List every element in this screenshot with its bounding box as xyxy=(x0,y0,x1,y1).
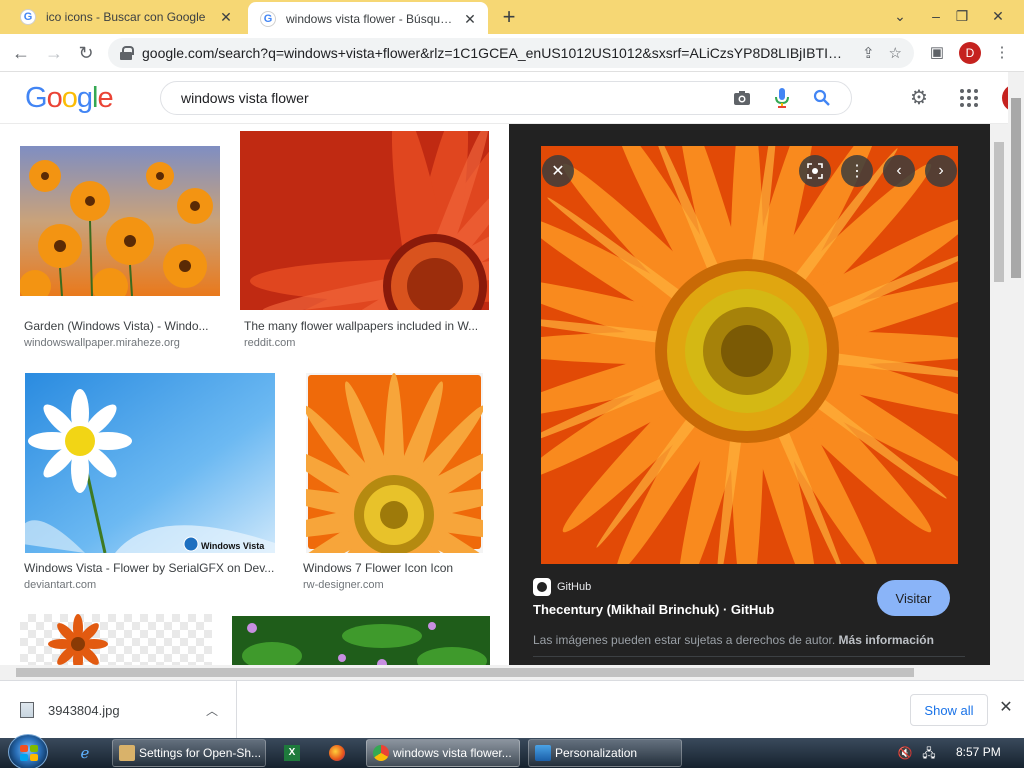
search-input[interactable]: windows vista flower xyxy=(181,90,713,106)
image-result-card[interactable] xyxy=(20,614,212,665)
close-shelf-icon[interactable]: ✕ xyxy=(996,698,1016,718)
download-item[interactable]: 3943804.jpg ︿ xyxy=(0,681,237,739)
preview-title[interactable]: Thecentury (Mikhail Brinchuk) · GitHub xyxy=(533,602,774,617)
reload-icon[interactable]: ↻ xyxy=(73,41,99,65)
share-icon[interactable]: ⇪ xyxy=(862,44,875,62)
result-domain[interactable]: deviantart.com xyxy=(24,579,96,591)
preview-image[interactable] xyxy=(541,146,958,564)
windows-logo-icon xyxy=(20,745,38,761)
image-result-card[interactable]: The many flower wallpapers included in W… xyxy=(240,131,490,351)
bookmark-star-icon[interactable]: ☆ xyxy=(889,44,902,62)
camera-icon[interactable] xyxy=(731,87,753,109)
tab-title: ico icons - Buscar con Google xyxy=(46,10,206,24)
search-box[interactable]: windows vista flower xyxy=(160,81,852,115)
taskbar-item-chrome[interactable]: windows vista flower... xyxy=(366,739,520,767)
page-scrollbar[interactable] xyxy=(1008,72,1024,665)
profile-avatar[interactable]: D xyxy=(959,42,981,64)
result-thumbnail[interactable] xyxy=(306,373,483,553)
chevron-up-icon[interactable]: ︿ xyxy=(202,702,222,719)
volume-muted-icon[interactable]: 🔇 xyxy=(897,745,913,761)
source-row[interactable]: GitHub xyxy=(533,578,591,596)
windows-taskbar: ℯ Settings for Open-Sh... X windows vist… xyxy=(0,734,1024,768)
address-bar[interactable]: google.com/search?q=windows+vista+flower… xyxy=(108,38,914,68)
result-domain[interactable]: windowswallpaper.miraheze.org xyxy=(24,337,180,349)
copyright-notice: Las imágenes pueden estar sujetas a dere… xyxy=(533,633,934,647)
google-favicon-icon: G xyxy=(20,9,36,25)
google-logo[interactable]: Google xyxy=(25,82,114,115)
result-thumbnail[interactable] xyxy=(232,616,490,665)
url-text[interactable]: google.com/search?q=windows+vista+flower… xyxy=(142,45,848,61)
download-shelf: 3943804.jpg ︿ Show all ✕ xyxy=(0,680,1024,739)
google-apps-icon[interactable] xyxy=(960,89,978,107)
result-title[interactable]: The many flower wallpapers included in W… xyxy=(244,319,488,333)
display-icon xyxy=(535,745,551,761)
close-tab-icon[interactable]: ✕ xyxy=(462,11,478,27)
result-thumbnail[interactable] xyxy=(240,131,489,310)
tab-windows-vista-flower[interactable]: G windows vista flower - Búsqueda ✕ xyxy=(248,2,488,36)
image-results: Garden (Windows Vista) - Windo... window… xyxy=(0,125,509,665)
result-thumbnail[interactable] xyxy=(20,614,212,665)
folder-icon xyxy=(119,745,135,761)
tab-strip: G ico icons - Buscar con Google ✕ G wind… xyxy=(0,0,1024,36)
image-result-card[interactable]: Windows 7 Flower Icon Icon rw-designer.c… xyxy=(299,373,489,595)
next-image-icon[interactable]: › xyxy=(925,155,957,187)
chrome-icon xyxy=(373,745,389,761)
google-header: Google windows vista flower ⚙ xyxy=(0,72,1024,124)
microphone-icon[interactable] xyxy=(771,87,793,109)
image-result-card[interactable] xyxy=(232,616,490,665)
image-file-icon xyxy=(20,702,34,718)
browser-toolbar: ← → ↻ google.com/search?q=windows+vista+… xyxy=(0,34,1024,72)
download-filename[interactable]: 3943804.jpg xyxy=(48,703,202,718)
close-preview-icon[interactable]: ✕ xyxy=(542,155,574,187)
clock[interactable]: 8:57 PM xyxy=(956,745,1001,759)
preview-scrollbar[interactable] xyxy=(990,124,1008,665)
tab-title: windows vista flower - Búsqueda xyxy=(286,12,456,26)
previous-image-icon[interactable]: ‹ xyxy=(883,155,915,187)
google-favicon-icon: G xyxy=(260,11,276,27)
more-options-icon[interactable]: ⋮ xyxy=(841,155,873,187)
kebab-menu-icon[interactable]: ⋮ xyxy=(991,42,1013,64)
google-lens-icon[interactable] xyxy=(799,155,831,187)
internet-explorer-icon[interactable]: ℯ xyxy=(73,742,97,764)
image-result-card[interactable]: Garden (Windows Vista) - Windo... window… xyxy=(20,131,220,351)
tab-ico-icons[interactable]: G ico icons - Buscar con Google ✕ xyxy=(8,0,244,34)
forward-icon[interactable]: → xyxy=(41,41,67,65)
result-thumbnail[interactable]: Windows Vista xyxy=(25,373,275,553)
windows-vista-watermark: Windows Vista xyxy=(201,541,265,551)
network-icon[interactable]: 🖧 xyxy=(921,745,937,761)
source-name[interactable]: GitHub xyxy=(557,581,591,593)
new-tab-button[interactable]: + xyxy=(497,6,521,30)
image-preview-panel: ✕ ⋮ ‹ › GitHub Thecentury (Mikhail Brinc… xyxy=(509,124,990,665)
close-window-button[interactable]: ✕ xyxy=(983,4,1013,28)
back-icon[interactable]: ← xyxy=(8,41,34,65)
settings-gear-icon[interactable]: ⚙ xyxy=(907,86,931,110)
result-thumbnail[interactable] xyxy=(20,146,220,296)
taskbar-item-personalization[interactable]: Personalization xyxy=(528,739,682,767)
image-result-card[interactable]: Windows Vista Windows Vista - Flower by … xyxy=(20,373,280,595)
github-icon xyxy=(533,578,551,596)
restore-button[interactable]: ❐ xyxy=(947,4,977,28)
visit-button[interactable]: Visitar xyxy=(877,580,950,616)
result-title[interactable]: Windows Vista - Flower by SerialGFX on D… xyxy=(24,561,280,575)
lock-icon[interactable] xyxy=(120,46,134,60)
taskbar-item-settings[interactable]: Settings for Open-Sh... xyxy=(112,739,266,767)
more-info-link[interactable]: Más información xyxy=(839,633,934,647)
tab-search-chevron-icon[interactable]: ⌄ xyxy=(885,4,915,28)
show-all-button[interactable]: Show all xyxy=(910,694,988,726)
result-title[interactable]: Windows 7 Flower Icon Icon xyxy=(303,561,489,575)
horizontal-scrollbar[interactable] xyxy=(0,665,1024,680)
search-icon[interactable] xyxy=(811,87,833,109)
excel-icon[interactable]: X xyxy=(280,742,304,764)
result-domain[interactable]: rw-designer.com xyxy=(303,579,384,591)
start-button[interactable] xyxy=(8,734,48,768)
firefox-icon[interactable] xyxy=(325,742,349,764)
side-panel-icon[interactable]: ▣ xyxy=(926,42,948,64)
close-tab-icon[interactable]: ✕ xyxy=(218,9,234,25)
result-domain[interactable]: reddit.com xyxy=(244,337,295,349)
divider xyxy=(533,656,965,657)
result-title[interactable]: Garden (Windows Vista) - Windo... xyxy=(24,319,220,333)
